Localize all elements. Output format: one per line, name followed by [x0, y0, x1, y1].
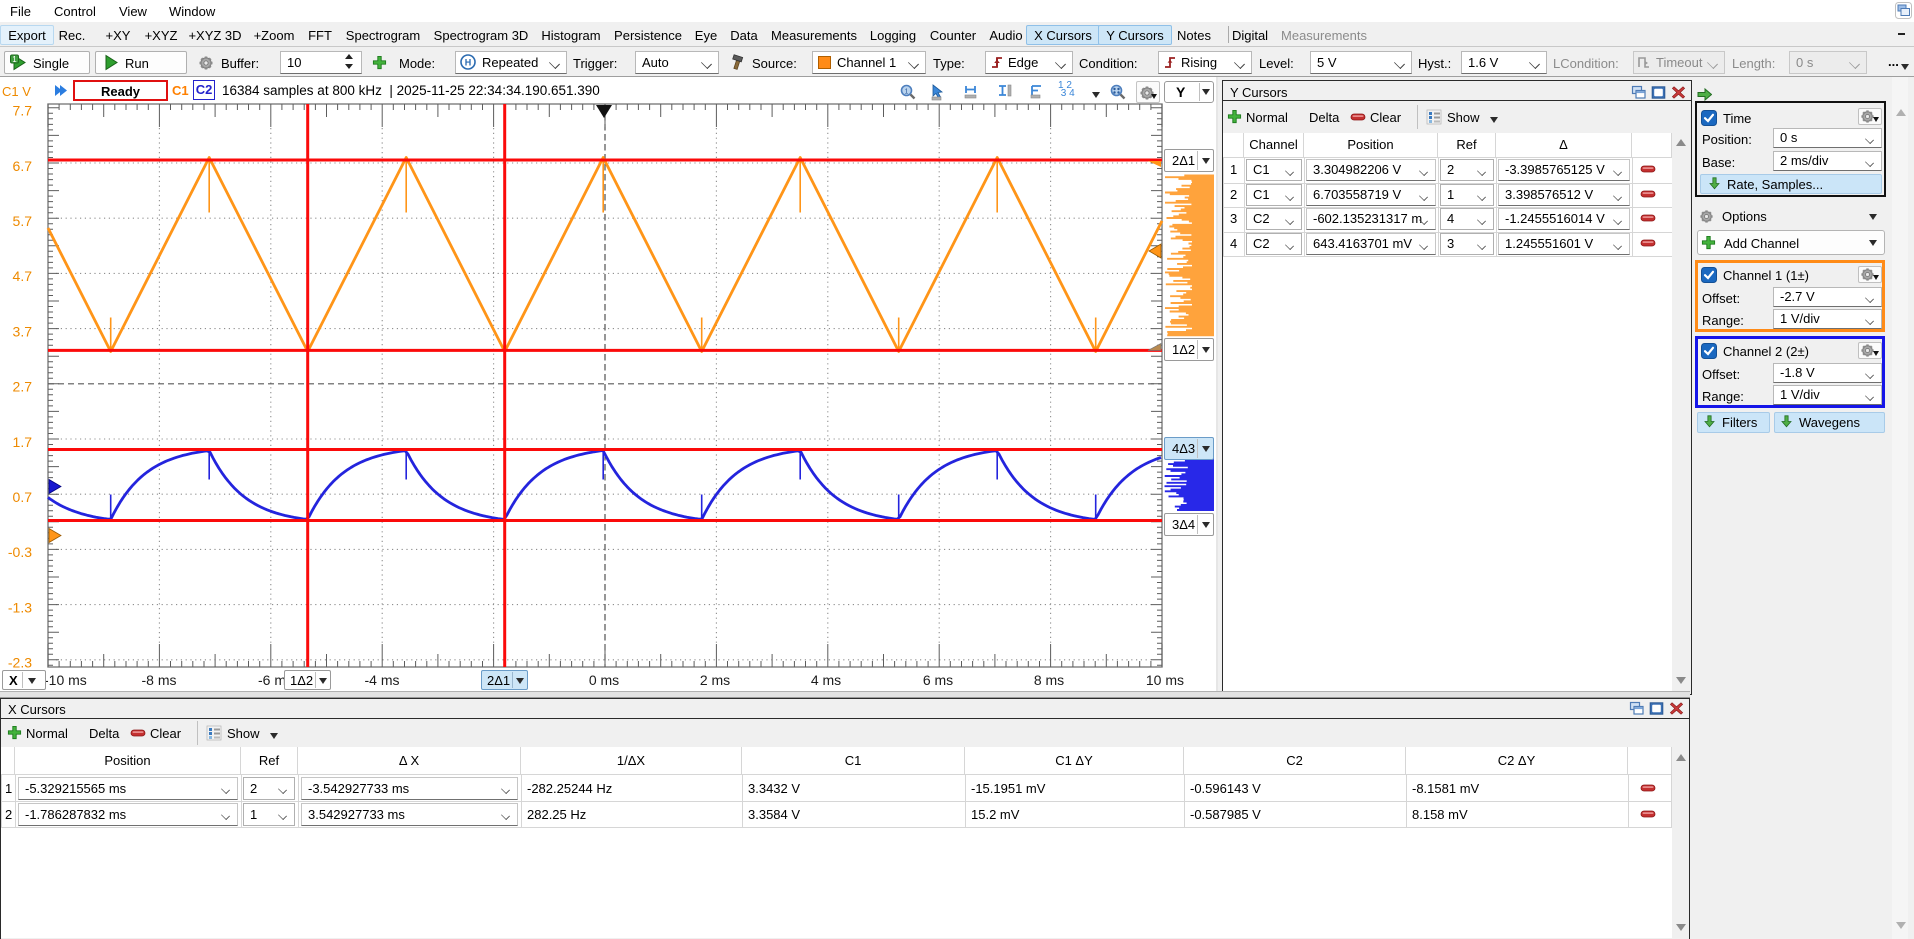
svg-text:3.7: 3.7 [13, 323, 33, 339]
svg-text:4.7: 4.7 [13, 268, 33, 284]
svg-text:H: H [465, 58, 472, 68]
svg-text:4 ms: 4 ms [811, 672, 841, 688]
svg-text:2.7: 2.7 [13, 379, 33, 395]
svg-text:2 ms: 2 ms [700, 672, 730, 688]
svg-text:-2.3: -2.3 [8, 655, 32, 671]
svg-text:1: 1 [12, 55, 17, 64]
svg-text:6.7: 6.7 [13, 158, 33, 174]
svg-text:-10 ms: -10 ms [44, 672, 87, 688]
svg-text:7.7: 7.7 [13, 103, 33, 119]
svg-text:8 ms: 8 ms [1034, 672, 1064, 688]
svg-text:-8 ms: -8 ms [142, 672, 177, 688]
svg-text:-6 m: -6 m [258, 672, 286, 688]
svg-text:0 ms: 0 ms [589, 672, 619, 688]
svg-text:5.7: 5.7 [13, 213, 33, 229]
svg-text:6 ms: 6 ms [923, 672, 953, 688]
svg-text:1: 1 [905, 89, 909, 96]
svg-text:-1.3: -1.3 [8, 599, 32, 615]
svg-text:-4 ms: -4 ms [365, 672, 400, 688]
svg-text:1.7: 1.7 [13, 434, 33, 450]
svg-text:0.7: 0.7 [13, 489, 33, 505]
svg-text:-0.3: -0.3 [8, 544, 32, 560]
svg-text:10 ms: 10 ms [1146, 672, 1184, 688]
